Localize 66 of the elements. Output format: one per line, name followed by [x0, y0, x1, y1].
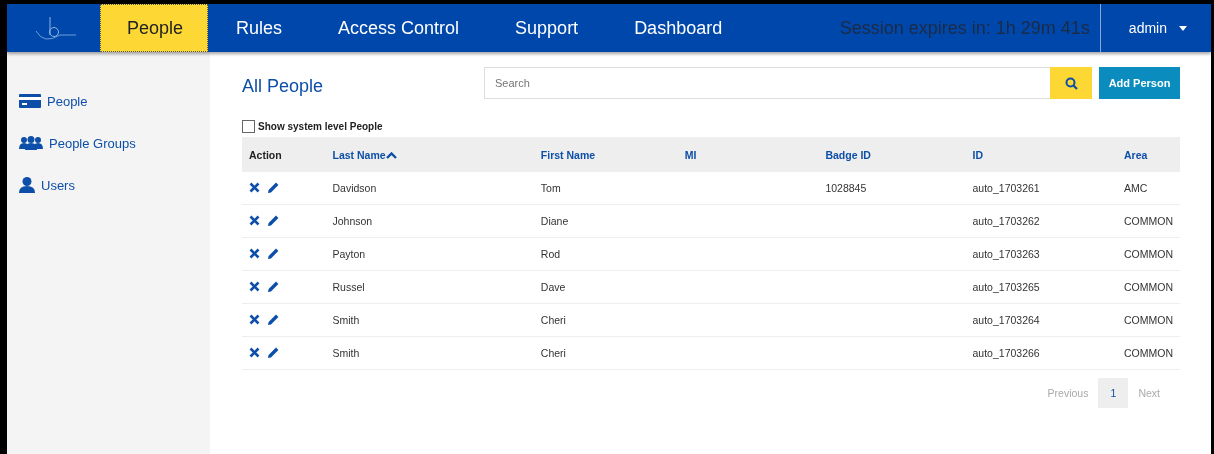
edit-icon[interactable]: [267, 181, 280, 194]
column-header[interactable]: Area: [1124, 148, 1148, 161]
edit-icon[interactable]: [267, 346, 280, 359]
sidebar-item[interactable]: Users: [7, 164, 210, 206]
table-cell: auto_1703262: [972, 215, 1040, 227]
edit-icon[interactable]: [267, 313, 280, 326]
nav-tab[interactable]: People: [100, 4, 208, 52]
table-cell: auto_1703264: [972, 314, 1040, 326]
table-cell: 1028845: [825, 182, 867, 194]
search-field[interactable]: Search: [484, 67, 1050, 99]
sidebar-item[interactable]: People Groups: [7, 122, 210, 164]
nav-tab[interactable]: Rules: [208, 4, 311, 52]
column-header[interactable]: MI: [684, 148, 697, 161]
table-cell: Payton: [332, 248, 366, 260]
table-cell: auto_1703263: [972, 248, 1040, 260]
nav-tab[interactable]: Support: [487, 4, 607, 52]
user-icon: [19, 177, 35, 193]
table-cell: Russel: [332, 281, 365, 293]
table-cell: Smith: [332, 347, 360, 359]
page-title: All People: [242, 75, 325, 97]
checkbox[interactable]: [242, 120, 255, 133]
table-cell: Diane: [540, 215, 569, 227]
table-cell: Johnson: [332, 215, 373, 227]
table-cell: Smith: [332, 314, 360, 326]
table-cell: auto_1703265: [972, 281, 1040, 293]
column-header[interactable]: Last Name: [332, 148, 386, 161]
edit-icon[interactable]: [267, 214, 280, 227]
group-icon: [19, 136, 43, 150]
table-cell: Cheri: [540, 347, 566, 359]
search-icon: [1064, 76, 1078, 90]
edit-icon[interactable]: [267, 280, 280, 293]
table-cell: COMMON: [1124, 281, 1173, 293]
table-cell: Cheri: [540, 314, 566, 326]
column-header[interactable]: ID: [972, 148, 983, 161]
caret-icon: [1179, 25, 1187, 31]
checkbox-label: Show system level People: [258, 121, 383, 132]
table-cell: Dave: [540, 281, 566, 293]
table-cell: COMMON: [1124, 215, 1173, 227]
delete-icon[interactable]: [249, 347, 260, 358]
card-icon: [19, 94, 41, 108]
search-button[interactable]: [1050, 67, 1092, 99]
table-cell: Tom: [540, 182, 561, 194]
sidebar-item[interactable]: People: [7, 80, 210, 122]
delete-icon[interactable]: [249, 215, 260, 226]
column-header[interactable]: Badge ID: [825, 148, 871, 161]
add-person-button[interactable]: Add Person: [1099, 67, 1180, 99]
delete-icon[interactable]: [249, 182, 260, 193]
session-timer: Session expires in: 1h 29m 41s: [839, 17, 1091, 39]
table-cell: COMMON: [1124, 314, 1173, 326]
table-cell: Davidson: [332, 182, 377, 194]
user-menu[interactable]: admin: [1099, 4, 1211, 52]
edit-icon[interactable]: [267, 247, 280, 260]
table-cell: AMC: [1124, 182, 1148, 194]
column-header: Action: [249, 148, 282, 161]
table-cell: auto_1703266: [972, 347, 1040, 359]
table-cell: auto_1703261: [972, 182, 1040, 194]
nav-tab[interactable]: Access Control: [310, 4, 488, 52]
table-cell: COMMON: [1124, 347, 1173, 359]
page-button[interactable]: 1: [1098, 378, 1129, 408]
table-cell: COMMON: [1124, 248, 1173, 260]
delete-icon[interactable]: [249, 248, 260, 259]
delete-icon[interactable]: [249, 314, 260, 325]
nav-tab[interactable]: Dashboard: [606, 4, 751, 52]
table-cell: Rod: [540, 248, 561, 260]
column-header[interactable]: First Name: [540, 148, 596, 161]
delete-icon[interactable]: [249, 281, 260, 292]
